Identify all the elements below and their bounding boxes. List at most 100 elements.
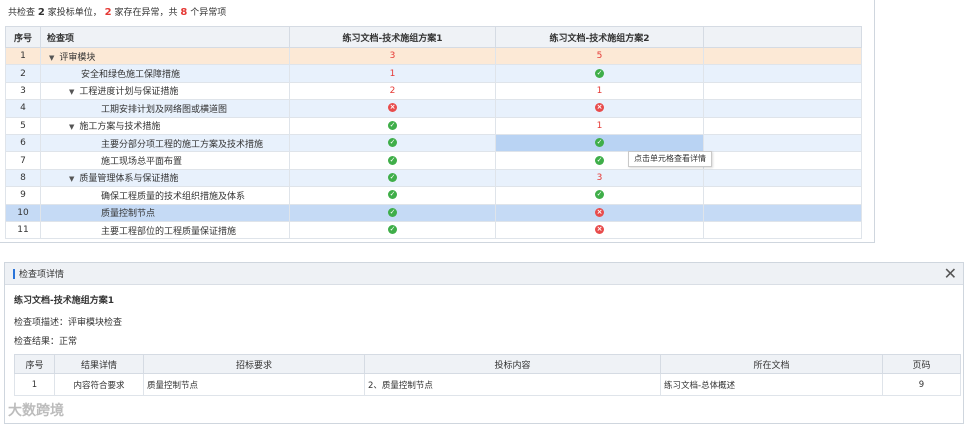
result-cell-doc1[interactable]: ✓ [289, 203, 496, 222]
detail-cell-document[interactable]: 练习文档-总体概述 [660, 373, 883, 396]
col-header-doc2[interactable]: 练习文档-技术施组方案2 [495, 26, 704, 48]
close-icon[interactable]: ✕ [944, 265, 957, 283]
result-cell-doc2[interactable]: 1 [495, 116, 704, 135]
detail-col-page: 页码 [882, 354, 961, 374]
result-cell-doc2[interactable]: × [495, 220, 704, 240]
empty-cell [703, 168, 862, 188]
check-item-label: 主要工程部位的工程质量保证措施 [101, 226, 237, 237]
check-item-label: 确保工程质量的技术组织措施及体系 [101, 191, 246, 202]
table-row[interactable]: 3 ▼ 工程进度计划与保证措施 2 1 [5, 81, 862, 101]
table-row[interactable]: 9 确保工程质量的技术组织措施及体系 ✓ ✓ [5, 186, 862, 205]
expand-toggle-icon[interactable]: ▼ [69, 88, 74, 96]
check-ok-icon: ✓ [388, 207, 397, 217]
result-cell-doc1[interactable]: 3 [289, 46, 496, 66]
col-header-doc1[interactable]: 练习文档-技术施组方案1 [289, 26, 496, 48]
result-cell-doc1[interactable]: ✓ [289, 133, 496, 153]
row-check-item[interactable]: 主要工程部位的工程质量保证措施 [40, 220, 290, 240]
detail-description: 检查项描述：评审模块检查 [14, 315, 122, 328]
desc-value: 评审模块检查 [68, 318, 123, 328]
result-cell-doc1[interactable]: ✓ [289, 168, 496, 188]
row-index: 3 [5, 81, 41, 101]
abnormal-count: 1 [389, 68, 396, 79]
result-cell-doc2[interactable]: 1 [495, 81, 704, 101]
row-check-item[interactable]: 安全和绿色施工保障措施 [40, 64, 290, 83]
detail-col-bid-content: 投标内容 [364, 354, 661, 374]
check-items-table: 序号 检查项 练习文档-技术施组方案1 练习文档-技术施组方案2 1 ▼ 评审模块 3… [5, 26, 862, 240]
row-check-item[interactable]: ▼ 评审模块 [40, 46, 290, 66]
abnormal-items-count: 8 [180, 7, 188, 18]
row-index: 7 [5, 151, 41, 170]
table-row[interactable]: 2 安全和绿色施工保障措施 1 ✓ [5, 64, 862, 83]
detail-col-document: 所在文档 [660, 354, 883, 374]
col-header-index[interactable]: 序号 [5, 26, 41, 48]
table-row[interactable]: 8 ▼ 质量管理体系与保证措施 ✓ 3 [5, 168, 862, 188]
row-index: 5 [5, 116, 41, 135]
result-cell-doc1[interactable]: ✓ [289, 220, 496, 240]
row-check-item[interactable]: 主要分部分项工程的施工方案及技术措施 [40, 133, 290, 153]
row-check-item[interactable]: 施工现场总平面布置 [40, 151, 290, 170]
empty-cell [703, 64, 862, 83]
result-cell-doc1[interactable]: ✓ [289, 186, 496, 205]
detail-col-result: 结果详情 [54, 354, 144, 374]
check-ok-icon: ✓ [388, 225, 397, 235]
result-cell-doc2[interactable]: 3 [495, 168, 704, 188]
result-cell-doc1[interactable]: 2 [289, 81, 496, 101]
detail-cell-bid-content: 2、质量控制节点 [364, 373, 661, 396]
row-check-item[interactable]: ▼ 工程进度计划与保证措施 [40, 81, 290, 101]
table-row[interactable]: 6 主要分部分项工程的施工方案及技术措施 ✓ ✓ [5, 133, 862, 153]
table-row[interactable]: 10 质量控制节点 ✓ × [5, 203, 862, 222]
empty-cell [703, 133, 862, 153]
expand-toggle-icon[interactable]: ▼ [69, 175, 74, 183]
check-fail-icon: × [595, 103, 604, 113]
expand-toggle-icon[interactable]: ▼ [69, 123, 74, 131]
result-cell-doc2[interactable]: × [495, 203, 704, 222]
check-summary: 共检查 2 家投标单位， 2 家存在异常，共 8 个异常项 [8, 6, 226, 20]
row-check-item[interactable]: 质量控制节点 [40, 203, 290, 222]
result-cell-doc1[interactable]: ✓ [289, 116, 496, 135]
row-check-item[interactable]: ▼ 质量管理体系与保证措施 [40, 168, 290, 188]
table-row[interactable]: 11 主要工程部位的工程质量保证措施 ✓ × [5, 220, 862, 240]
result-cell-doc2[interactable]: ✓ [495, 133, 704, 153]
detail-panel-title: 检查项详情 [19, 270, 65, 280]
detail-col-index: 序号 [14, 354, 55, 374]
col-header-check-item[interactable]: 检查项 [40, 26, 290, 48]
detail-result: 检查结果：正常 [14, 334, 77, 347]
check-ok-icon: ✓ [595, 138, 604, 148]
check-ok-icon: ✓ [595, 155, 604, 165]
check-result-panel: 共检查 2 家投标单位， 2 家存在异常，共 8 个异常项 序号 检查项 练习文… [0, 0, 875, 243]
result-cell-doc2[interactable]: 5 [495, 46, 704, 66]
check-ok-icon: ✓ [388, 120, 397, 130]
result-cell-doc2[interactable]: × [495, 99, 704, 118]
summary-text: 家投标单位， [47, 8, 102, 18]
empty-cell [703, 203, 862, 222]
units-count: 2 [37, 7, 45, 18]
result-cell-doc2[interactable]: ✓ [495, 186, 704, 205]
result-cell-doc1[interactable]: 1 [289, 64, 496, 83]
row-index: 11 [5, 220, 41, 240]
empty-cell [703, 46, 862, 66]
check-item-label: 质量管理体系与保证措施 [79, 174, 179, 185]
result-cell-doc1[interactable]: × [289, 99, 496, 118]
table-row[interactable]: 1 ▼ 评审模块 3 5 [5, 46, 862, 66]
detail-cell-page: 9 [882, 373, 961, 396]
detail-row[interactable]: 1 内容符合要求 质量控制节点 2、质量控制节点 练习文档-总体概述 9 [14, 373, 961, 396]
title-accent-bar [13, 269, 15, 279]
table-row[interactable]: 5 ▼ 施工方案与技术措施 ✓ 1 [5, 116, 862, 135]
result-value: 正常 [59, 337, 78, 347]
expand-toggle-icon[interactable]: ▼ [49, 54, 54, 62]
row-check-item[interactable]: 确保工程质量的技术组织措施及体系 [40, 186, 290, 205]
result-cell-doc1[interactable]: ✓ [289, 151, 496, 170]
detail-doc-name: 练习文档-技术施组方案1 [14, 296, 114, 306]
result-cell-doc2[interactable]: ✓ [495, 64, 704, 83]
check-item-label: 工期安排计划及网络图或横道图 [101, 104, 228, 115]
check-ok-icon: ✓ [388, 172, 397, 182]
empty-cell [703, 220, 862, 240]
table-row[interactable]: 7 施工现场总平面布置 ✓ ✓ [5, 151, 862, 170]
row-check-item[interactable]: 工期安排计划及网络图或横道图 [40, 99, 290, 118]
table-row[interactable]: 4 工期安排计划及网络图或横道图 × × [5, 99, 862, 118]
check-item-label: 施工现场总平面布置 [101, 157, 183, 168]
check-ok-icon: ✓ [595, 190, 604, 200]
check-fail-icon: × [595, 225, 604, 235]
row-check-item[interactable]: ▼ 施工方案与技术措施 [40, 116, 290, 135]
check-item-label: 质量控制节点 [101, 209, 156, 220]
